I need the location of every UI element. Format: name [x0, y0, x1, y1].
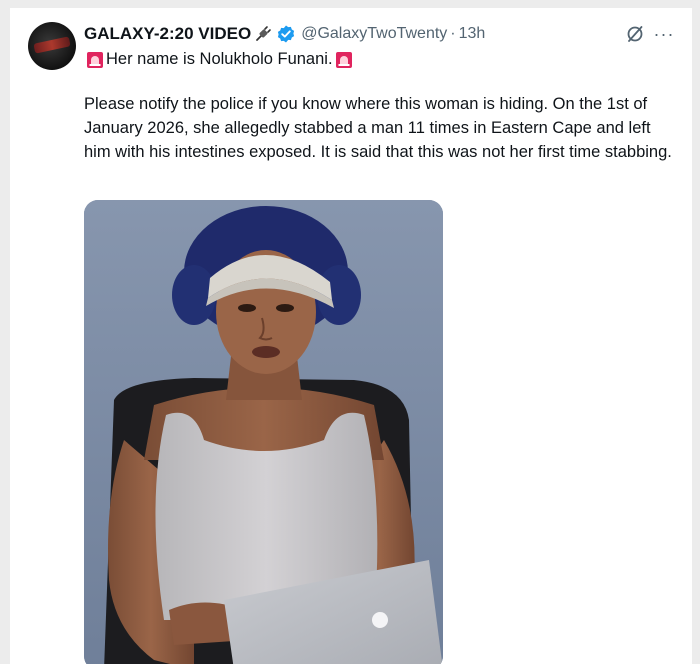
police-siren-emoji-left: [86, 51, 104, 69]
verified-badge-icon: [276, 24, 296, 44]
tweet-photo[interactable]: [84, 200, 443, 664]
timestamp[interactable]: 13h: [459, 25, 486, 43]
woman-photo: [84, 200, 443, 664]
avatar[interactable]: [28, 22, 76, 70]
tweet-headline: Her name is Nolukholo Funani.: [84, 50, 355, 69]
display-name[interactable]: GALAXY-2:20 VIDEO: [84, 24, 251, 44]
tweet-card[interactable]: GALAXY-2:20 VIDEO @GalaxyTwoTwenty · 13h…: [10, 8, 692, 664]
user-handle[interactable]: @GalaxyTwoTwenty: [301, 25, 447, 43]
separator-dot: ·: [450, 25, 456, 42]
grok-icon[interactable]: [624, 23, 646, 45]
police-siren-emoji-right: [335, 51, 353, 69]
tweet-body: Please notify the police if you know whe…: [84, 95, 672, 161]
avatar-logo: [33, 36, 71, 54]
plug-icon: [254, 25, 272, 43]
tweet-header: GALAXY-2:20 VIDEO @GalaxyTwoTwenty · 13h: [84, 22, 672, 46]
headline-text: Her name is Nolukholo Funani.: [106, 50, 333, 68]
more-icon[interactable]: ···: [652, 23, 676, 45]
